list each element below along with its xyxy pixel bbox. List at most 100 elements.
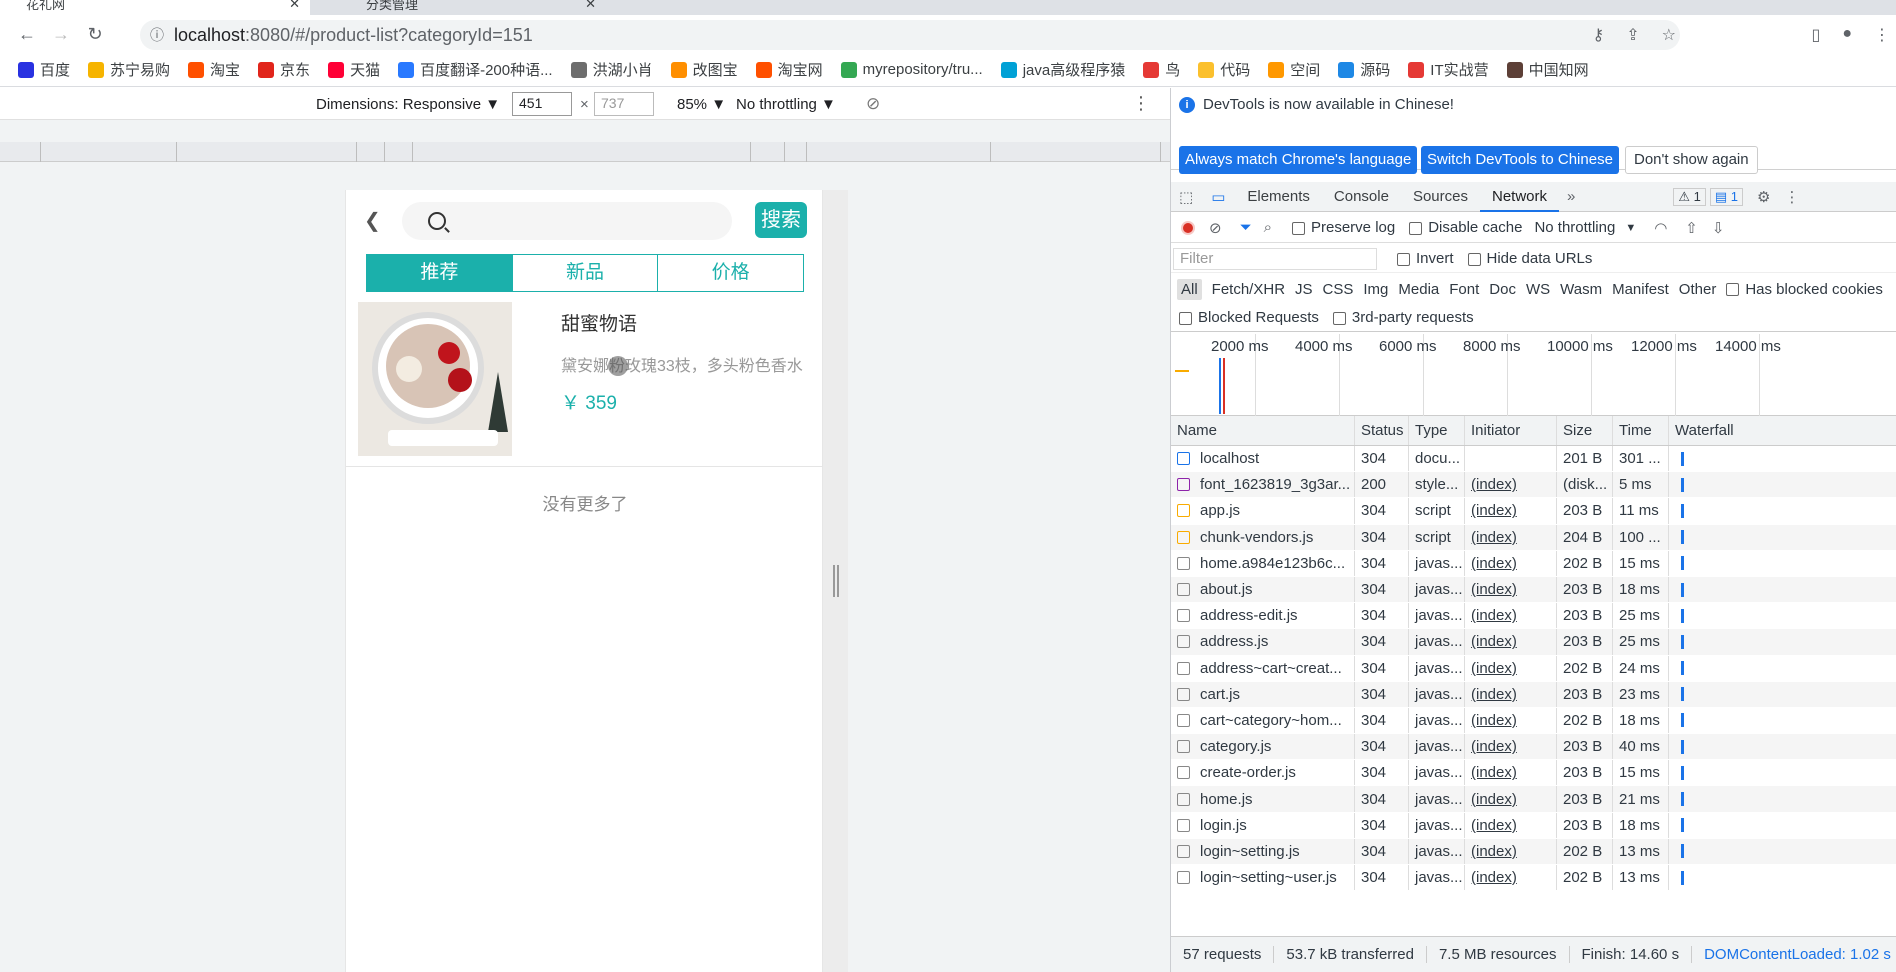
profile-icon[interactable]: ●: [1842, 25, 1852, 45]
reload-icon[interactable]: ↻: [78, 24, 112, 45]
cell-initiator[interactable]: (index): [1465, 681, 1557, 707]
bookmark-item[interactable]: 洪湖小肖: [570, 59, 653, 80]
cell-initiator[interactable]: (index): [1465, 550, 1557, 576]
type-filter-media[interactable]: Media: [1398, 281, 1439, 298]
bookmark-item[interactable]: java高级程序猿: [1000, 59, 1125, 80]
chevron-down-icon[interactable]: ▼: [1625, 222, 1636, 234]
forward-icon[interactable]: →: [44, 24, 78, 45]
throttle-select[interactable]: No throttling ▼: [736, 96, 836, 113]
table-row[interactable]: font_1623819_3g3ar... 200 style... (index) (…: [1171, 472, 1896, 499]
back-icon[interactable]: ←: [10, 24, 44, 45]
more-tabs-icon[interactable]: »: [1559, 188, 1583, 205]
cell-initiator[interactable]: (index): [1465, 838, 1557, 864]
cell-initiator[interactable]: (index): [1465, 472, 1557, 498]
tab-inactive[interactable]: 分类管理 ✕: [316, 0, 606, 15]
col-time[interactable]: Time: [1613, 416, 1669, 445]
zoom-select[interactable]: 85% ▼: [677, 96, 726, 113]
type-filter-other[interactable]: Other: [1679, 281, 1717, 298]
chevron-left-icon[interactable]: ❮: [364, 208, 381, 233]
width-input[interactable]: 451: [512, 92, 572, 116]
col-size[interactable]: Size: [1557, 416, 1613, 445]
close-icon[interactable]: ✕: [585, 0, 596, 12]
cell-initiator[interactable]: [1465, 446, 1557, 472]
bookmark-item[interactable]: 淘宝网: [755, 59, 823, 80]
table-row[interactable]: about.js 304 javas... (index) 203 B 18 ms: [1171, 576, 1896, 604]
star-icon[interactable]: ☆: [1662, 25, 1676, 45]
table-row[interactable]: localhost 304 docu... 201 B 301 ...: [1171, 446, 1896, 473]
hide-data-urls-checkbox[interactable]: Hide data URLs: [1467, 250, 1592, 267]
clear-icon[interactable]: ⊘: [1209, 219, 1222, 237]
has-blocked-cookies-checkbox[interactable]: Has blocked cookies: [1726, 281, 1883, 298]
bookmark-item[interactable]: 苏宁易购: [88, 59, 170, 80]
cell-initiator[interactable]: (index): [1465, 603, 1557, 629]
bookmark-item[interactable]: 百度: [18, 59, 70, 80]
tab-active[interactable]: 花礼网 ✕: [0, 0, 310, 15]
record-icon[interactable]: [1181, 220, 1195, 235]
address-bar[interactable]: ⓘ localhost:8080/#/product-list?category…: [140, 20, 1680, 50]
disable-cache-checkbox[interactable]: Disable cache: [1409, 219, 1522, 236]
cell-initiator[interactable]: (index): [1465, 655, 1557, 681]
col-initiator[interactable]: Initiator: [1465, 416, 1557, 445]
bookmark-item[interactable]: 百度翻译-200种语...: [398, 59, 553, 80]
table-row[interactable]: home.js 304 javas... (index) 203 B 21 ms: [1171, 786, 1896, 813]
cell-initiator[interactable]: (index): [1465, 786, 1557, 812]
col-name[interactable]: Name: [1171, 416, 1355, 445]
bookmark-item[interactable]: 中国知网: [1506, 59, 1589, 80]
info-icon[interactable]: ⓘ: [150, 25, 164, 45]
type-filter-fetchxhr[interactable]: Fetch/XHR: [1212, 281, 1285, 298]
resize-handle[interactable]: [833, 565, 839, 597]
cell-initiator[interactable]: (index): [1465, 812, 1557, 838]
more-icon[interactable]: ⋮: [1132, 93, 1150, 114]
kebab-icon[interactable]: ⋮: [1784, 188, 1799, 206]
bookmark-item[interactable]: 淘宝: [188, 59, 240, 80]
filter-input[interactable]: Filter: [1173, 247, 1377, 270]
device-toggle-icon[interactable]: ▭: [1201, 188, 1235, 206]
third-party-checkbox[interactable]: 3rd-party requests: [1332, 309, 1474, 326]
inspect-icon[interactable]: ⬚: [1171, 188, 1201, 206]
bookmark-item[interactable]: 鸟: [1143, 59, 1180, 80]
wifi-icon[interactable]: ◠: [1654, 219, 1667, 237]
cell-initiator[interactable]: (index): [1465, 760, 1557, 786]
invert-checkbox[interactable]: Invert: [1397, 250, 1454, 267]
type-filter-ws[interactable]: WS: [1526, 281, 1550, 298]
share-icon[interactable]: ⇪: [1626, 25, 1639, 45]
sidepanel-icon[interactable]: ▯: [1812, 25, 1821, 45]
close-icon[interactable]: ✕: [289, 0, 300, 12]
type-filter-font[interactable]: Font: [1449, 281, 1479, 298]
search-icon[interactable]: ⌕: [1264, 219, 1272, 236]
blocked-requests-checkbox[interactable]: Blocked Requests: [1179, 309, 1319, 326]
tab-network[interactable]: Network: [1479, 182, 1559, 212]
type-filter-manifest[interactable]: Manifest: [1612, 281, 1669, 298]
table-row[interactable]: login.js 304 javas... (index) 203 B 18 ms: [1171, 812, 1896, 839]
product-card[interactable]: 甜蜜物语 黛安娜粉玫瑰33枝，多头粉色香水 ￥ 359: [358, 302, 818, 456]
download-icon[interactable]: ⇩: [1712, 219, 1725, 237]
type-filter-doc[interactable]: Doc: [1489, 281, 1516, 298]
table-row[interactable]: category.js 304 javas... (index) 203 B 40 ms: [1171, 734, 1896, 761]
tab-price[interactable]: 价格: [657, 255, 803, 291]
type-filter-wasm[interactable]: Wasm: [1560, 281, 1602, 298]
search-input[interactable]: [402, 202, 732, 240]
tab-new[interactable]: 新品: [511, 255, 658, 291]
cell-initiator[interactable]: (index): [1465, 524, 1557, 550]
bookmark-item[interactable]: 京东: [258, 59, 310, 80]
type-filter-css[interactable]: CSS: [1323, 281, 1354, 298]
type-filter-all[interactable]: All: [1177, 278, 1202, 300]
switch-chinese-button[interactable]: Switch DevTools to Chinese: [1421, 146, 1619, 174]
table-row[interactable]: chunk-vendors.js 304 script (index) 204 B 100…: [1171, 524, 1896, 551]
height-input[interactable]: 737: [594, 92, 654, 116]
filter-icon[interactable]: ⏷: [1240, 219, 1252, 236]
cell-initiator[interactable]: (index): [1465, 576, 1557, 603]
table-row[interactable]: cart.js 304 javas... (index) 203 B 23 ms: [1171, 681, 1896, 708]
table-row[interactable]: home.a984e123b6c... 304 javas... (index) 202…: [1171, 550, 1896, 577]
table-row[interactable]: address~cart~creat... 304 javas... (index) 2…: [1171, 655, 1896, 682]
tab-recommend[interactable]: 推荐: [367, 255, 512, 291]
throttle-select[interactable]: No throttling: [1534, 219, 1615, 236]
table-row[interactable]: login~setting~user.js 304 javas... (index) 2…: [1171, 865, 1896, 892]
dimensions-select[interactable]: Dimensions: Responsive ▼: [316, 96, 500, 113]
cell-initiator[interactable]: (index): [1465, 734, 1557, 760]
bookmark-item[interactable]: 天猫: [328, 59, 380, 80]
table-row[interactable]: login~setting.js 304 javas... (index) 202 B 1…: [1171, 838, 1896, 865]
table-row[interactable]: app.js 304 script (index) 203 B 11 ms: [1171, 498, 1896, 525]
table-row[interactable]: create-order.js 304 javas... (index) 203 B 15…: [1171, 760, 1896, 787]
tab-elements[interactable]: Elements: [1235, 182, 1322, 212]
